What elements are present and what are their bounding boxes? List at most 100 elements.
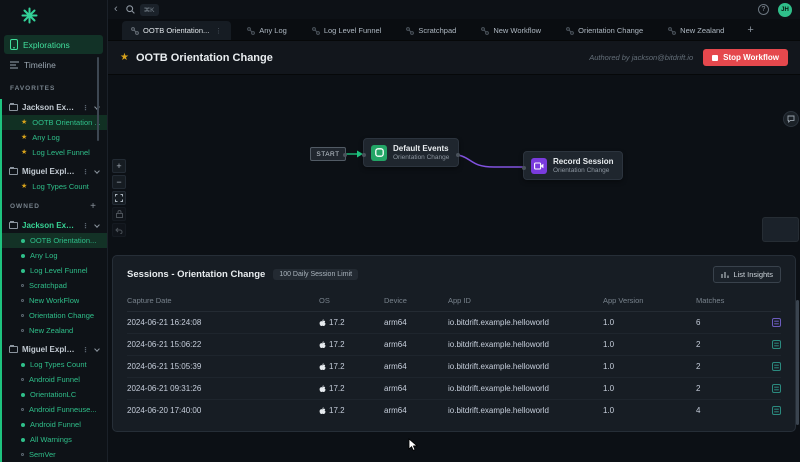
node-default-events[interactable]: Default Events Orientation Change [363, 138, 459, 167]
fav-item-log-types-count[interactable]: ★ Log Types Count [2, 179, 107, 194]
session-detail-icon[interactable] [772, 318, 781, 327]
owned-item-android-funnel-1[interactable]: Android Funnel [2, 372, 107, 387]
kebab-icon[interactable]: ⋮ [82, 346, 89, 354]
stop-workflow-button[interactable]: Stop Workflow [703, 49, 788, 66]
tab-any-log[interactable]: Any Log [238, 21, 296, 40]
owned-item-ootb-orientation[interactable]: OOTB Orientation... [2, 233, 107, 248]
start-node[interactable]: START [310, 147, 346, 161]
app-logo[interactable] [0, 0, 107, 35]
zoom-out-button[interactable]: − [112, 175, 126, 189]
help-button[interactable]: ? [758, 4, 769, 15]
zoom-in-button[interactable]: + [112, 159, 126, 173]
apple-icon [319, 407, 326, 415]
stopped-status-dot [21, 408, 24, 411]
workflow-icon [312, 27, 320, 35]
input-port[interactable] [362, 153, 366, 157]
tab-kebab-icon[interactable]: ⋮ [215, 27, 222, 35]
chevron-down-icon[interactable] [94, 222, 100, 228]
fav-item-any-log[interactable]: ★ Any Log [2, 130, 107, 145]
owned-item-new-zealand[interactable]: New Zealand [2, 323, 107, 338]
new-tab-button[interactable]: + [740, 20, 760, 40]
owned-item-log-level-funnel[interactable]: Log Level Funnel [2, 263, 107, 278]
output-port[interactable] [343, 153, 347, 157]
search-icon [126, 5, 135, 14]
workflow-icon [406, 27, 414, 35]
session-detail-icon[interactable] [772, 384, 781, 393]
input-port[interactable] [522, 166, 526, 170]
tab-scratchpad[interactable]: Scratchpad [397, 21, 465, 40]
collapse-sidebar-button[interactable]: ‹ [110, 4, 122, 15]
sessions-title: Sessions - Orientation Change [127, 269, 265, 280]
list-insights-button[interactable]: List Insights [713, 266, 781, 283]
main-scrollbar[interactable] [796, 300, 799, 425]
session-row[interactable]: 2024-06-21 15:05:39 17.2 arm64 io.bitdri… [127, 356, 781, 378]
favorite-star-icon[interactable]: ★ [120, 52, 129, 63]
running-status-dot [21, 269, 25, 273]
node-record-session[interactable]: Record Session Orientation Change [523, 151, 623, 180]
owned-item-any-log[interactable]: Any Log [2, 248, 107, 263]
tab-new-workflow[interactable]: New Workflow [472, 21, 550, 40]
tab-ootb-orientation[interactable]: OOTB Orientation... ⋮ [122, 21, 231, 40]
folder-icon [9, 222, 18, 229]
fav-item-ootb-orientation[interactable]: ★ OOTB Orientation ... [2, 115, 107, 130]
fit-view-button[interactable] [112, 191, 126, 205]
sidebar-tree: Jackson Explor... ⋮ ★ OOTB Orientation .… [0, 99, 107, 462]
kebab-icon[interactable]: ⋮ [82, 168, 89, 176]
folder-miguel-explorations-fav[interactable]: Miguel Explorati... ⋮ [2, 163, 107, 179]
kebab-icon[interactable]: ⋮ [82, 104, 89, 112]
add-workflow-button[interactable]: + [90, 204, 97, 210]
workflow-icon [247, 27, 255, 35]
search-button[interactable]: ⌘K [122, 2, 163, 18]
lock-icon [116, 210, 123, 218]
undo-button[interactable] [112, 223, 126, 237]
owned-item-new-workflow[interactable]: New WorkFlow [2, 293, 107, 308]
fav-item-log-level-funnel[interactable]: ★ Log Level Funnel [2, 145, 107, 160]
owned-item-android-funneuse[interactable]: Android Funneuse... [2, 402, 107, 417]
sidebar-item-timeline[interactable]: Timeline [4, 56, 103, 74]
session-row[interactable]: 2024-06-21 16:24:08 17.2 arm64 io.bitdri… [127, 312, 781, 334]
chevron-down-icon[interactable] [94, 346, 100, 352]
owned-section-label: OWNED + [2, 194, 107, 214]
session-row[interactable]: 2024-06-21 09:31:26 17.2 arm64 io.bitdri… [127, 378, 781, 400]
sidebar-scrollbar[interactable] [97, 57, 99, 141]
owned-item-orientationlc[interactable]: OrientationLC [2, 387, 107, 402]
owned-item-scratchpad[interactable]: Scratchpad [2, 278, 107, 293]
sidebar-item-explorations[interactable]: Explorations [4, 35, 103, 54]
lock-button[interactable] [112, 207, 126, 221]
apple-icon [319, 341, 326, 349]
running-status-dot [21, 423, 25, 427]
tab-new-zealand[interactable]: New Zealand [659, 21, 733, 40]
canvas-minimap[interactable] [762, 217, 799, 242]
sessions-panel: Sessions - Orientation Change 100 Daily … [112, 255, 796, 432]
stop-icon [712, 55, 718, 61]
folder-miguel-explorations-owned[interactable]: Miguel Explorati... ⋮ [2, 341, 107, 357]
session-row[interactable]: 2024-06-21 15:06:22 17.2 arm64 io.bitdri… [127, 334, 781, 356]
folder-icon [9, 346, 18, 353]
tab-orientation-change[interactable]: Orientation Change [557, 21, 652, 40]
owned-item-semver[interactable]: SemVer [2, 447, 107, 462]
output-port[interactable] [456, 153, 460, 157]
owned-item-all-warnings[interactable]: All Warnings [2, 432, 107, 447]
session-detail-icon[interactable] [772, 362, 781, 371]
session-row[interactable]: 2024-06-20 17:40:00 17.2 arm64 io.bitdri… [127, 400, 781, 421]
kebab-icon[interactable]: ⋮ [82, 222, 89, 230]
user-avatar[interactable]: JH [778, 3, 792, 17]
comments-button[interactable] [783, 111, 799, 127]
comment-bubble-icon [787, 115, 795, 123]
folder-jackson-explorations-owned[interactable]: Jackson Explor... ⋮ [2, 217, 107, 233]
session-detail-icon[interactable] [772, 340, 781, 349]
workflow-icon [481, 27, 489, 35]
session-limit-badge: 100 Daily Session Limit [273, 269, 358, 280]
workflow-canvas[interactable]: + − START [108, 75, 800, 462]
owned-item-android-funnel-2[interactable]: Android Funnel [2, 417, 107, 432]
session-detail-icon[interactable] [772, 406, 781, 415]
folder-jackson-explorations-fav[interactable]: Jackson Explor... ⋮ [2, 99, 107, 115]
tab-log-level-funnel[interactable]: Log Level Funnel [303, 21, 391, 40]
owned-item-log-types-count[interactable]: Log Types Count [2, 357, 107, 372]
bitdrift-logo-icon [21, 7, 38, 24]
chevron-down-icon[interactable] [94, 168, 100, 174]
folder-icon [9, 168, 18, 175]
owned-item-orientation-change[interactable]: Orientation Change [2, 308, 107, 323]
page-title: OOTB Orientation Change [136, 52, 273, 64]
folder-icon [9, 104, 18, 111]
